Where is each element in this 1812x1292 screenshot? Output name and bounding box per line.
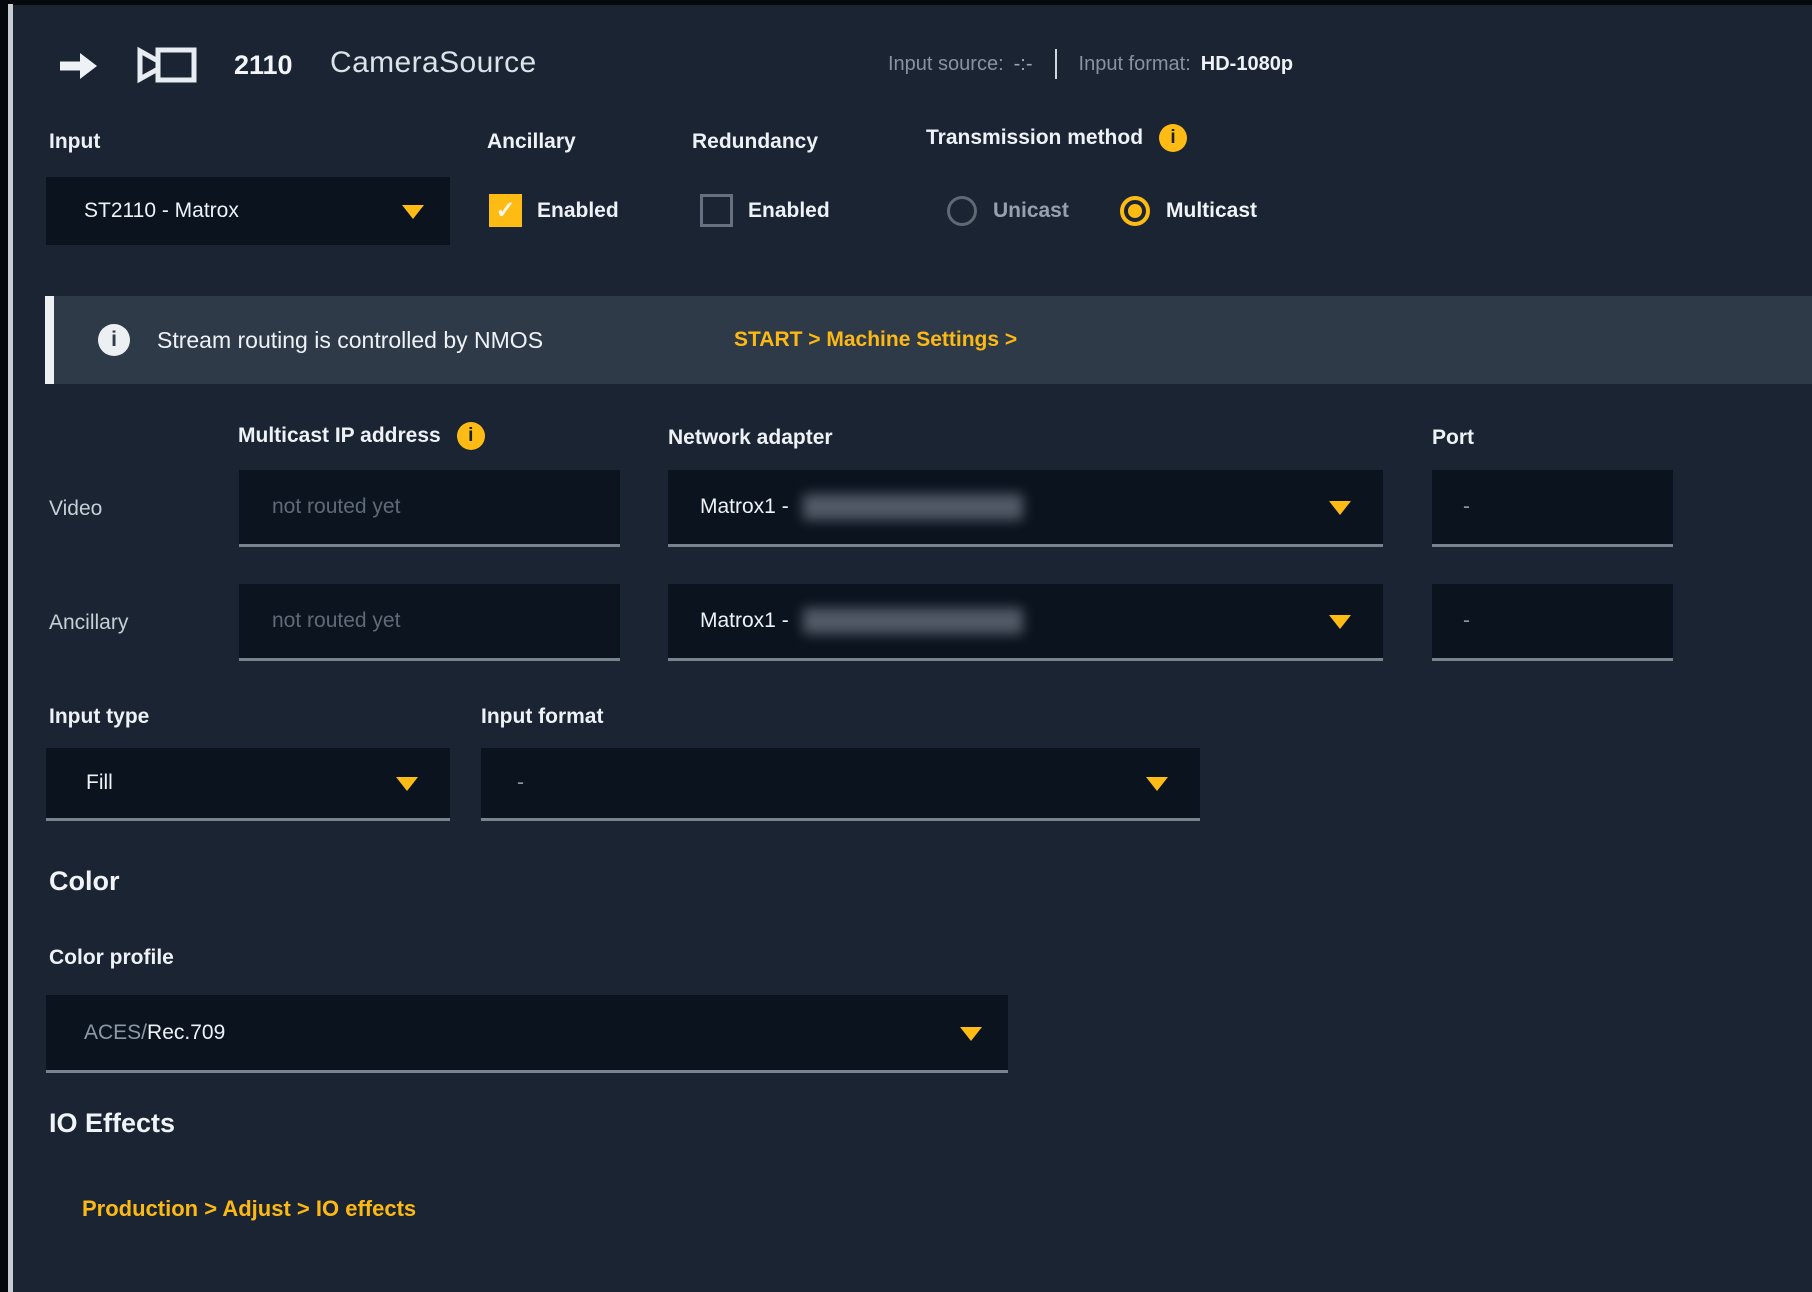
input-label: Input <box>49 130 100 154</box>
info-icon[interactable]: i <box>457 422 485 450</box>
input-select[interactable]: ST2110 - Matrox <box>46 177 450 245</box>
nmos-banner: i Stream routing is controlled by NMOS S… <box>45 296 1812 384</box>
input-type-label: Input type <box>49 705 149 729</box>
video-multicast-ip-input[interactable] <box>239 470 620 547</box>
ancillary-checkbox[interactable] <box>489 194 522 227</box>
unicast-radio[interactable] <box>947 196 977 226</box>
input-source-value: -:- <box>1014 53 1033 76</box>
banner-message: Stream routing is controlled by NMOS <box>157 327 543 354</box>
multicast-radio[interactable] <box>1120 196 1150 226</box>
chevron-down-icon <box>1329 501 1351 515</box>
io-effects-heading: IO Effects <box>49 1108 175 1139</box>
ancillary-port-field[interactable]: - <box>1432 584 1673 661</box>
info-icon: i <box>98 324 130 356</box>
video-network-adapter-value: Matrox1 - <box>700 495 789 519</box>
ancillary-network-adapter-value: Matrox1 - <box>700 609 789 633</box>
ancillary-network-adapter-select[interactable]: Matrox1 - <box>668 584 1383 661</box>
redacted-ip-blur <box>803 494 1023 520</box>
port-header: Port <box>1432 426 1474 450</box>
multicast-ip-header: Multicast IP address i <box>238 422 485 450</box>
input-source-label: Input source: <box>888 53 1004 76</box>
ancillary-multicast-ip-input[interactable] <box>239 584 620 661</box>
color-profile-label: Color profile <box>49 946 174 970</box>
video-port-field[interactable]: - <box>1432 470 1673 547</box>
redacted-ip-blur <box>803 608 1023 634</box>
vertical-divider <box>1055 49 1057 79</box>
chevron-down-icon <box>1329 615 1351 629</box>
network-adapter-header: Network adapter <box>668 426 833 450</box>
video-camera-icon <box>136 46 198 84</box>
unicast-radio-label: Unicast <box>993 199 1069 223</box>
input-format-select[interactable]: - <box>481 748 1200 821</box>
redundancy-checkbox-label: Enabled <box>748 199 830 223</box>
arrow-right-icon <box>60 52 98 80</box>
camera-source-panel: 2110 CameraSource Input source: -:- Inpu… <box>0 0 1812 1292</box>
redundancy-checkbox-group: Enabled <box>700 194 830 227</box>
redundancy-checkbox[interactable] <box>700 194 733 227</box>
color-profile-select[interactable]: ACES/ Rec.709 <box>46 995 1008 1073</box>
page-title: CameraSource <box>330 46 537 80</box>
color-profile-prefix: ACES/ <box>84 1021 147 1045</box>
header-status-bar: Input source: -:- Input format: HD-1080p <box>888 48 1293 80</box>
info-icon[interactable]: i <box>1159 124 1187 152</box>
banner-accent-bar <box>45 296 54 384</box>
multicast-ip-header-label: Multicast IP address <box>238 424 441 448</box>
color-section-heading: Color <box>49 866 120 897</box>
chevron-down-icon <box>396 777 418 791</box>
stream-type-badge: 2110 <box>234 50 293 81</box>
transmission-method-label: Transmission method <box>926 126 1143 150</box>
machine-settings-link[interactable]: START > Machine Settings > <box>734 328 1017 352</box>
input-select-value: ST2110 - Matrox <box>84 199 239 223</box>
ancillary-row-label: Ancillary <box>49 584 128 661</box>
io-effects-link[interactable]: Production > Adjust > IO effects <box>82 1196 416 1222</box>
input-format-label: Input format <box>481 705 603 729</box>
input-format-label: Input format: <box>1079 53 1191 76</box>
chevron-down-icon <box>960 1027 982 1041</box>
video-row-label: Video <box>49 470 102 547</box>
redundancy-label: Redundancy <box>692 130 818 154</box>
multicast-radio-label: Multicast <box>1166 199 1257 223</box>
video-network-adapter-select[interactable]: Matrox1 - <box>668 470 1383 547</box>
input-format-value: - <box>517 771 524 795</box>
chevron-down-icon <box>402 205 424 219</box>
ancillary-checkbox-label: Enabled <box>537 199 619 223</box>
video-port-value: - <box>1463 495 1470 519</box>
ancillary-port-value: - <box>1463 609 1470 633</box>
input-type-value: Fill <box>86 771 113 795</box>
transmission-method-header: Transmission method i <box>926 124 1187 152</box>
chevron-down-icon <box>1146 777 1168 791</box>
input-format-value: HD-1080p <box>1201 53 1293 76</box>
ancillary-label: Ancillary <box>487 130 576 154</box>
color-profile-value: Rec.709 <box>147 1021 225 1045</box>
ancillary-checkbox-group: Enabled <box>489 194 619 227</box>
multicast-radio-group: Multicast <box>1120 196 1257 226</box>
unicast-radio-group: Unicast <box>947 196 1069 226</box>
input-type-select[interactable]: Fill <box>46 748 450 821</box>
